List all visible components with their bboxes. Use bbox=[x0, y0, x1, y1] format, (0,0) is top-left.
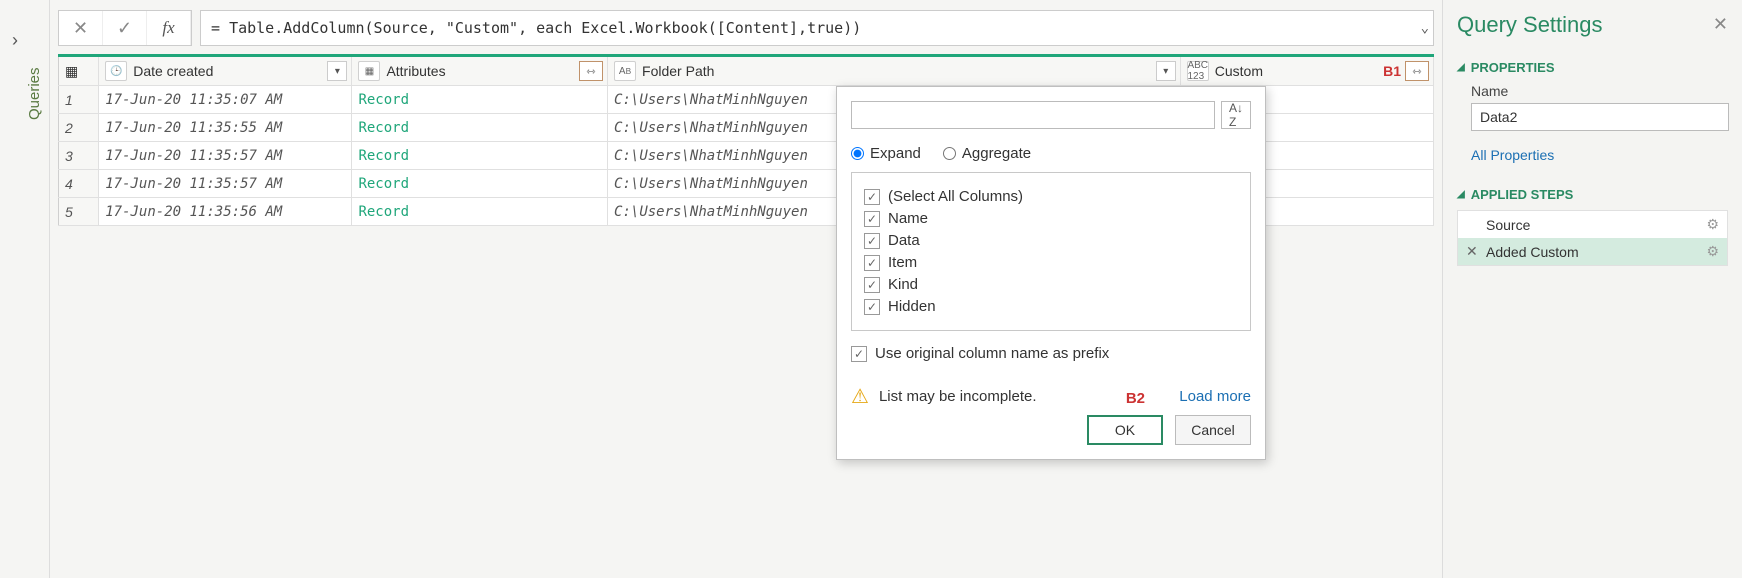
step-label: Source bbox=[1486, 217, 1530, 233]
delete-step-icon[interactable]: ✕ bbox=[1466, 243, 1478, 260]
all-properties-link[interactable]: All Properties bbox=[1471, 147, 1728, 163]
gear-icon[interactable]: ⚙ bbox=[1706, 216, 1719, 233]
row-number: 4 bbox=[59, 170, 99, 198]
sort-az-icon[interactable]: A↓Z bbox=[1221, 101, 1251, 129]
chevron-right-icon[interactable]: › bbox=[12, 30, 18, 51]
cancel-icon[interactable]: ✕ bbox=[59, 11, 103, 45]
cell-attributes[interactable]: Record bbox=[352, 114, 608, 142]
panel-title: Query Settings bbox=[1457, 12, 1728, 38]
col-label: Date created bbox=[133, 63, 213, 79]
cell-date: 17-Jun-20 11:35:57 AM bbox=[99, 142, 352, 170]
row-number: 5 bbox=[59, 198, 99, 226]
name-label: Name bbox=[1471, 83, 1728, 99]
cell-date: 17-Jun-20 11:35:07 AM bbox=[99, 86, 352, 114]
editor-area: ✕ ✓ fx = Table.AddColumn(Source, "Custom… bbox=[50, 0, 1442, 578]
close-icon[interactable]: ✕ bbox=[1713, 14, 1728, 35]
cell-date: 17-Jun-20 11:35:55 AM bbox=[99, 114, 352, 142]
step-label: Added Custom bbox=[1486, 244, 1579, 260]
any-type-icon: ABC123 bbox=[1187, 61, 1209, 81]
query-settings-panel: Query Settings ✕ ◢ PROPERTIES Name All P… bbox=[1442, 0, 1742, 578]
warning-text: List may be incomplete. bbox=[879, 388, 1037, 405]
ok-button[interactable]: OK bbox=[1087, 415, 1163, 445]
load-more-link[interactable]: Load more bbox=[1179, 388, 1251, 405]
column-checkbox[interactable]: ✓Data bbox=[864, 232, 1238, 249]
col-custom[interactable]: ABC123 Custom B1 ⇿ bbox=[1180, 56, 1433, 86]
collapse-icon: ◢ bbox=[1457, 62, 1465, 73]
warning-icon: ⚠ bbox=[851, 384, 869, 409]
col-date-created[interactable]: 🕒 Date created ▾ bbox=[99, 56, 352, 86]
cell-date: 17-Jun-20 11:35:56 AM bbox=[99, 198, 352, 226]
col-label: Custom bbox=[1215, 63, 1263, 79]
col-folder-path[interactable]: AB Folder Path ▾ bbox=[608, 56, 1181, 86]
applied-steps-header[interactable]: ◢ APPLIED STEPS bbox=[1457, 187, 1728, 202]
col-label: Folder Path bbox=[642, 63, 714, 79]
query-name-input[interactable] bbox=[1471, 103, 1729, 131]
expand-icon[interactable]: ⇿ bbox=[1405, 61, 1429, 81]
applied-step[interactable]: Source ⚙ bbox=[1458, 211, 1727, 238]
filter-dropdown-icon[interactable]: ▾ bbox=[327, 61, 347, 81]
cell-attributes[interactable]: Record bbox=[352, 142, 608, 170]
column-checkbox[interactable]: ✓Hidden bbox=[864, 298, 1238, 315]
formula-dropdown-icon[interactable]: ⌄ bbox=[1421, 20, 1429, 36]
formula-text: = Table.AddColumn(Source, "Custom", each… bbox=[211, 19, 861, 37]
column-search-input[interactable] bbox=[851, 101, 1215, 129]
row-number: 2 bbox=[59, 114, 99, 142]
applied-steps-list: Source ⚙ ✕ Added Custom ⚙ bbox=[1457, 210, 1728, 266]
expand-icon[interactable]: ⇿ bbox=[579, 61, 603, 81]
commit-icon[interactable]: ✓ bbox=[103, 11, 147, 45]
cell-attributes[interactable]: Record bbox=[352, 86, 608, 114]
collapse-icon: ◢ bbox=[1457, 189, 1465, 200]
col-label: Attributes bbox=[386, 63, 445, 79]
record-type-icon: ▦ bbox=[358, 61, 380, 81]
queries-sidebar[interactable]: › Queries bbox=[0, 0, 50, 578]
applied-step[interactable]: ✕ Added Custom ⚙ bbox=[1458, 238, 1727, 265]
expand-column-popup: A↓Z Expand Aggregate ✓(Select All Column… bbox=[836, 86, 1266, 460]
properties-header[interactable]: ◢ PROPERTIES bbox=[1457, 60, 1728, 75]
gear-icon[interactable]: ⚙ bbox=[1706, 243, 1719, 260]
table-corner[interactable]: ▦ bbox=[59, 56, 99, 86]
datetime-type-icon: 🕒 bbox=[105, 61, 127, 81]
column-checkbox[interactable]: ✓Item bbox=[864, 254, 1238, 271]
queries-label: Queries bbox=[26, 67, 43, 120]
aggregate-radio[interactable]: Aggregate bbox=[943, 145, 1031, 162]
formula-bar: ✕ ✓ fx = Table.AddColumn(Source, "Custom… bbox=[58, 10, 1434, 46]
cancel-button[interactable]: Cancel bbox=[1175, 415, 1251, 445]
expand-radio[interactable]: Expand bbox=[851, 145, 921, 162]
use-prefix-checkbox[interactable]: ✓Use original column name as prefix bbox=[851, 345, 1109, 362]
cell-attributes[interactable]: Record bbox=[352, 170, 608, 198]
cell-attributes[interactable]: Record bbox=[352, 198, 608, 226]
column-checkbox[interactable]: ✓Kind bbox=[864, 276, 1238, 293]
select-all-checkbox[interactable]: ✓(Select All Columns) bbox=[864, 188, 1238, 205]
fx-icon[interactable]: fx bbox=[147, 11, 191, 45]
column-checkbox[interactable]: ✓Name bbox=[864, 210, 1238, 227]
row-number: 1 bbox=[59, 86, 99, 114]
row-number: 3 bbox=[59, 142, 99, 170]
columns-checkbox-list: ✓(Select All Columns) ✓Name ✓Data ✓Item ✓Ki… bbox=[851, 172, 1251, 331]
col-attributes[interactable]: ▦ Attributes ⇿ bbox=[352, 56, 608, 86]
badge-b2: B2 bbox=[1126, 390, 1145, 407]
filter-dropdown-icon[interactable]: ▾ bbox=[1156, 61, 1176, 81]
badge-b1: B1 bbox=[1383, 63, 1401, 79]
formula-input[interactable]: = Table.AddColumn(Source, "Custom", each… bbox=[200, 10, 1434, 46]
text-type-icon: AB bbox=[614, 61, 636, 81]
cell-date: 17-Jun-20 11:35:57 AM bbox=[99, 170, 352, 198]
formula-buttons: ✕ ✓ fx bbox=[58, 10, 192, 46]
